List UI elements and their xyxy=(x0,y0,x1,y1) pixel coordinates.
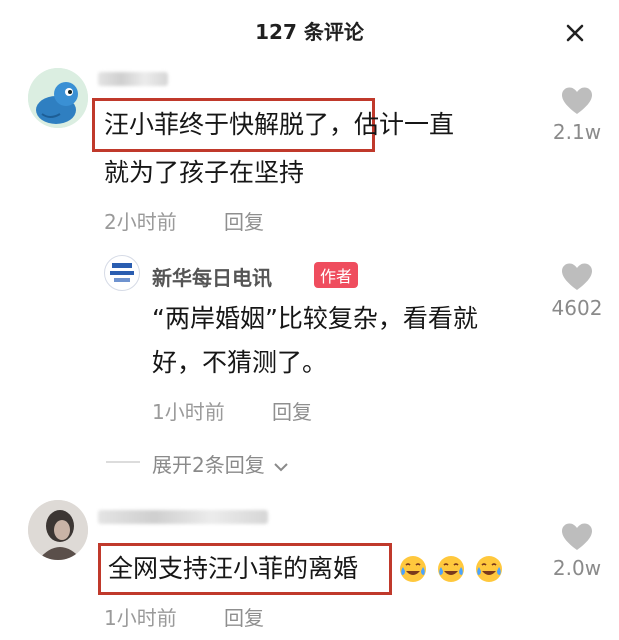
expand-replies-label: 展开2条回复 xyxy=(152,453,265,477)
laughing-tears-emoji xyxy=(400,556,426,582)
chevron-down-icon xyxy=(274,462,288,471)
avatar[interactable] xyxy=(28,500,88,560)
blurred-username xyxy=(98,72,168,86)
heart-icon[interactable] xyxy=(560,86,594,116)
blue-creature-avatar-icon xyxy=(28,68,88,128)
comment-text-rest: ，估计一直 xyxy=(329,110,455,139)
comment-time: 1小时前 xyxy=(104,606,177,630)
like-count: 2.1w xyxy=(552,120,602,144)
like-count: 2.0w xyxy=(552,556,602,580)
reply-button[interactable]: 回复 xyxy=(224,602,264,631)
comment-time: 2小时前 xyxy=(104,210,177,234)
reply-text-line2: 好，不猜测了。 xyxy=(152,348,328,377)
expand-replies-button[interactable]: 展开2条回复 xyxy=(152,449,289,478)
heart-icon[interactable] xyxy=(560,522,594,552)
comment-text-line1: 全网支持汪小菲的离婚 xyxy=(108,547,358,591)
comment-text-line2: 就为了孩子在坚持 xyxy=(104,158,305,187)
comments-count-title: 127 条评论 xyxy=(255,20,364,44)
heart-icon[interactable] xyxy=(560,262,594,292)
author-name[interactable]: 新华每日电讯 xyxy=(152,262,272,291)
highlighted-text: 全网支持汪小菲的离婚 xyxy=(108,554,359,583)
divider xyxy=(106,461,140,463)
avatar[interactable] xyxy=(28,68,88,128)
laughing-tears-emoji xyxy=(476,556,502,582)
comment-text-line1: 汪小菲终于快解脱了，估计一直 xyxy=(104,103,454,147)
laughing-tears-emoji xyxy=(438,556,464,582)
blurred-username xyxy=(98,510,268,524)
like-count: 4602 xyxy=(551,296,603,320)
highlighted-text: 汪小菲终于快解脱了 xyxy=(104,110,330,139)
reply-text-line1: “两岸婚姻”比较复杂，看看就 xyxy=(152,304,478,333)
author-avatar[interactable] xyxy=(104,255,140,291)
close-icon[interactable] xyxy=(562,20,588,46)
xinhua-logo-icon xyxy=(110,263,134,282)
reply-button[interactable]: 回复 xyxy=(224,206,264,235)
photo-avatar-icon xyxy=(28,500,88,560)
reply-time: 1小时前 xyxy=(152,400,225,424)
reply-button[interactable]: 回复 xyxy=(272,396,312,425)
author-badge: 作者 xyxy=(314,262,359,288)
